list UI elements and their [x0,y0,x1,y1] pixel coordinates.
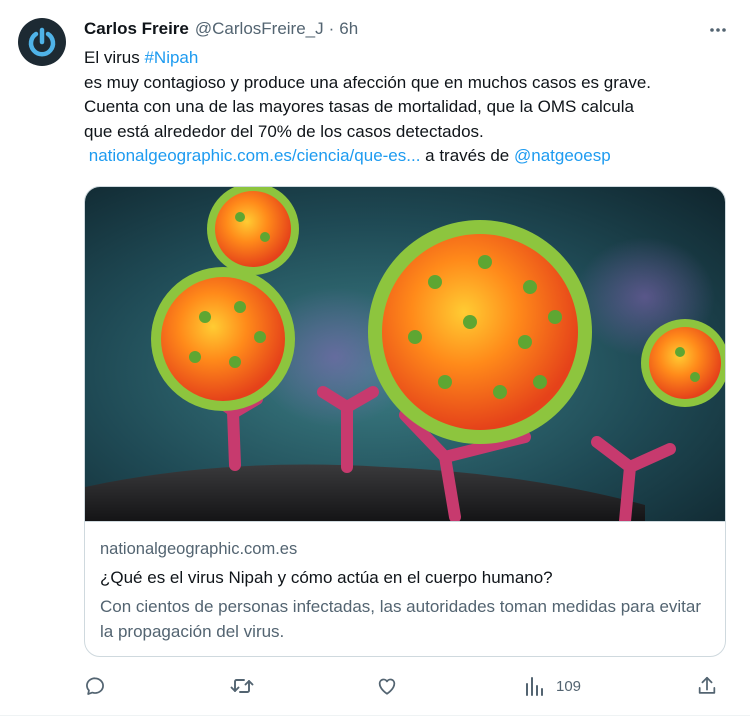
retweet-button[interactable] [230,672,254,700]
avatar[interactable] [18,18,66,66]
tweet-line-1: El virus #Nipah [84,46,729,71]
tweet-text: El virus #Nipah es muy contagioso y prod… [84,46,729,169]
action-bar: 109 [84,672,730,700]
tweet-line-3: Cuenta con una de las mayores tasas de m… [84,97,634,116]
virus-left [151,267,295,411]
card-description: Con cientos de personas infectadas, las … [100,597,702,641]
author-name[interactable]: Carlos Freire [84,19,189,39]
reply-button[interactable] [84,672,106,700]
tweet-line-4: que está alrededor del 70% de los casos … [84,121,484,141]
tweet-header: Carlos Freire @CarlosFreire_J · 6h [84,18,730,40]
like-button[interactable] [376,672,398,700]
views-button[interactable]: 109 [524,672,581,700]
tweet[interactable]: Carlos Freire @CarlosFreire_J · 6h El vi… [0,0,750,716]
mention-link[interactable]: @natgeoesp [514,146,611,165]
retweet-icon [230,679,254,693]
more-dots-icon [710,28,726,32]
card-image[interactable] [85,187,725,521]
article-link[interactable]: nationalgeographic.com.es/ciencia/que-es… [89,146,421,165]
separator-dot: · [328,19,335,38]
via-text: a través de [420,146,514,165]
virus-right [641,319,725,407]
share-icon [698,676,716,694]
more-button[interactable] [706,18,730,42]
link-card[interactable]: nationalgeographic.com.es ¿Qué es el vir… [84,186,726,657]
tweet-line-2: es muy contagioso y produce una afección… [84,72,652,92]
tweet-line-5: nationalgeographic.com.es/ciencia/que-es… [84,144,729,169]
views-chart-icon [526,677,543,696]
tweet-line-1-prefix: El virus [84,48,145,67]
power-icon [28,27,56,57]
card-title[interactable]: ¿Qué es el virus Nipah y cómo actúa en e… [100,568,553,588]
author-handle[interactable]: @CarlosFreire_J [195,19,324,39]
virus-small-top [207,187,299,275]
card-divider [85,521,725,522]
share-button[interactable] [696,672,718,700]
reply-icon [86,677,104,695]
heart-icon [378,678,396,695]
card-domain: nationalgeographic.com.es [100,540,298,558]
views-count: 109 [556,677,582,695]
virus-main [368,220,592,444]
hashtag-link[interactable]: #Nipah [144,48,198,67]
timestamp[interactable]: 6h [339,19,358,39]
